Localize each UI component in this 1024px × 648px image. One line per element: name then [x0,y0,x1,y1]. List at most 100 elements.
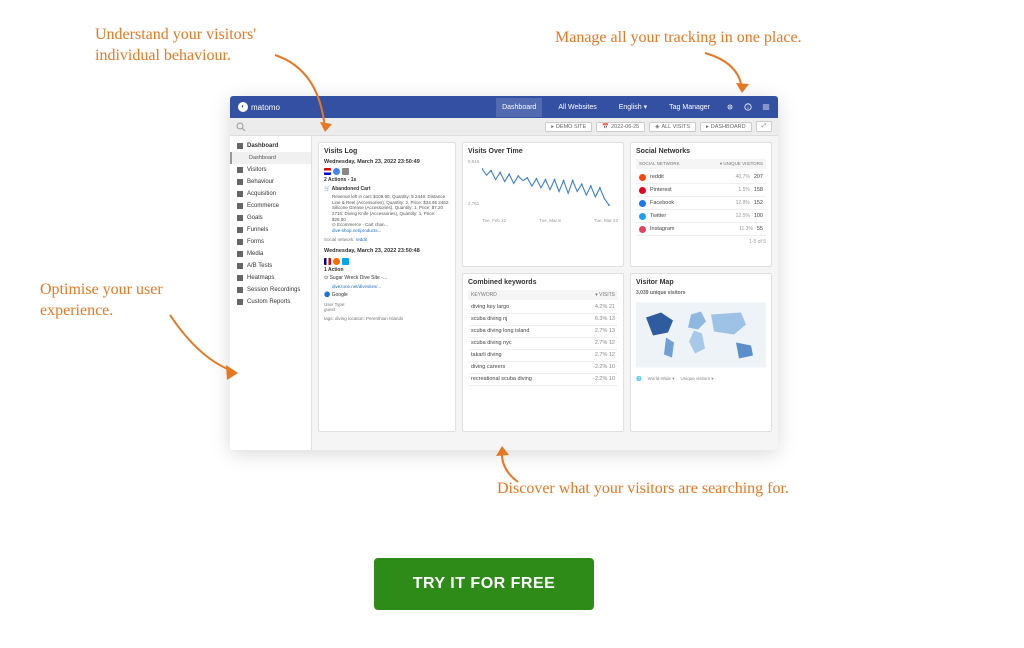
log-actions-count: 2 Actions - 1s [324,177,450,184]
sidebar-item-funnels[interactable]: Funnels [230,224,311,236]
world-map[interactable] [636,299,766,371]
log-link[interactable]: dive-shop.net/products... [332,228,450,234]
top-nav: Dashboard All Websites English ▾ Tag Man… [496,97,770,117]
sidebar-item-media[interactable]: Media [230,248,311,260]
acquisition-icon [237,191,243,197]
abtests-icon [237,263,243,269]
forms-icon [237,239,243,245]
log-cart-row: 🛒 Abandoned Cart [324,186,450,193]
card-visits-over-time: Visits Over Time 5,516 2,761 Tue, Feb 22… [462,142,624,267]
visitors-icon [237,167,243,173]
keyword-row[interactable]: scuba diving long island2.7% 13 [468,326,618,338]
filter-site[interactable]: ▸ DEMO SITE [545,122,592,132]
keyword-row[interactable]: diving careers-2.2% 10 [468,362,618,374]
keyword-row[interactable]: takarli diving2.7% 12 [468,350,618,362]
card-visitor-map: Visitor Map 3,039 unique visitors 🌐 Worl… [630,273,772,433]
sidebar-item-forms[interactable]: Forms [230,236,311,248]
vmap-title: Visitor Map [636,279,766,286]
topnav-dashboard[interactable]: Dashboard [496,98,542,117]
filter-dashboard[interactable]: ▸ DASHBOARD [700,122,752,132]
line-chart [482,159,618,214]
vmap-scope[interactable]: World-Wide ▾ [648,376,675,382]
sidebar-item-custom-reports[interactable]: Custom Reports [230,296,311,308]
social-row[interactable]: Instagram11.3%55 [636,223,766,236]
twitter-icon [639,213,646,220]
social-row[interactable]: Facebook12.8%152 [636,197,766,210]
sidebar-item-visitors[interactable]: Visitors [230,164,311,176]
filter-date[interactable]: 📅 2022-06-25 [596,122,645,132]
vmap-subtitle: 3,039 unique visitors [636,290,766,296]
globe-icon: 🌐 [636,376,642,382]
sidebar-item-session-recordings[interactable]: Session Recordings [230,284,311,296]
menu-icon[interactable] [762,103,770,111]
topnav-all-websites[interactable]: All Websites [552,98,602,117]
ecommerce-icon [237,203,243,209]
annotation-mid-left: Optimise your user experience. [40,280,190,322]
annotation-bottom: Discover what your visitors are searchin… [497,479,897,500]
social-footer: 1-5 of 5 [636,239,766,245]
sidebar-sub-dashboard[interactable]: Dashboard [230,152,311,164]
sidebar: Dashboard Dashboard Visitors Behaviour A… [230,136,312,450]
browser-icon [333,168,340,175]
log-page-row: ⊙ Sugar Wreck Dive Site -... [324,275,450,282]
sidebar-item-behaviour[interactable]: Behaviour [230,176,311,188]
keyword-row[interactable]: scuba diving nj6.3% 13 [468,314,618,326]
vot-title: Visits Over Time [468,148,618,155]
funnels-icon [237,227,243,233]
sidebar-item-heatmaps[interactable]: Heatmaps [230,272,311,284]
os-icon [342,168,349,175]
info-icon[interactable]: i [744,103,752,111]
keyword-row[interactable]: recreational scuba diving-2.2% 10 [468,374,618,386]
arrow-b [490,444,535,484]
facebook-icon [639,200,646,207]
pinterest-icon [639,187,646,194]
sidebar-item-dashboard[interactable]: Dashboard [230,140,311,152]
visits-log-title: Visits Log [324,148,450,155]
recordings-icon [237,287,243,293]
instagram-icon [639,226,646,233]
sidebar-item-goals[interactable]: Goals [230,212,311,224]
chart-area: 5,516 2,761 Tue, Feb 22 Tue, Mar 8 Tue, … [468,159,618,249]
annotation-top-left: Understand your visitors' individual beh… [95,25,305,67]
annotation-top-right: Manage all your tracking in one place. [555,28,885,49]
logo-icon: ◐ [238,102,248,112]
sidebar-item-ecommerce[interactable]: Ecommerce [230,200,311,212]
behaviour-icon [237,179,243,185]
filter-expand[interactable]: ⤢ [756,121,772,132]
sidebar-item-acquisition[interactable]: Acquisition [230,188,311,200]
flag-icon [324,258,331,265]
log-cart-detail: Revenue left in cart: $109.90, Quantity:… [332,194,450,222]
log-entry: Wednesday, March 23, 2022 23:50:48 1 Act… [324,248,450,322]
topnav-english[interactable]: English ▾ [613,97,653,117]
os-icon [342,258,349,265]
social-title: Social Networks [636,148,766,155]
keyword-row[interactable]: diving key largo4.2% 21 [468,302,618,314]
arrow-tr [700,48,760,98]
browser-icon [333,258,340,265]
dashboard-icon [237,143,243,149]
card-visits-log: Visits Log Wednesday, March 23, 2022 23:… [318,142,456,432]
social-row[interactable]: Pinterest1.5%158 [636,184,766,197]
keyword-row[interactable]: scuba diving nyc2.7% 12 [468,338,618,350]
search-icon[interactable] [236,122,246,132]
matomo-screenshot: ◐ matomo Dashboard All Websites English … [230,96,778,450]
log-actions-count: 1 Action [324,267,450,274]
log-link[interactable]: divezone.net/divesites/... [332,284,450,290]
log-date: Wednesday, March 23, 2022 23:50:48 [324,248,450,255]
social-row[interactable]: reddit40.7%207 [636,171,766,184]
keywords-title: Combined keywords [468,279,618,286]
goals-icon [237,215,243,221]
filter-segment[interactable]: ◈ ALL VISITS [649,122,696,132]
gear-icon[interactable] [726,103,734,111]
vmap-metric[interactable]: Unique visitors ▾ [681,376,714,382]
reddit-icon [639,174,646,181]
log-entry: Wednesday, March 23, 2022 23:50:49 2 Act… [324,159,450,242]
media-icon [237,251,243,257]
svg-text:i: i [747,105,748,111]
sidebar-item-abtests[interactable]: A/B Tests [230,260,311,272]
try-it-for-free-button[interactable]: TRY IT FOR FREE [374,558,594,610]
reports-icon [237,299,243,305]
social-row[interactable]: Twitter12.5%100 [636,210,766,223]
topnav-tag-manager[interactable]: Tag Manager [663,98,716,117]
card-combined-keywords: Combined keywords KEYWORD▾ VISITS diving… [462,273,624,433]
